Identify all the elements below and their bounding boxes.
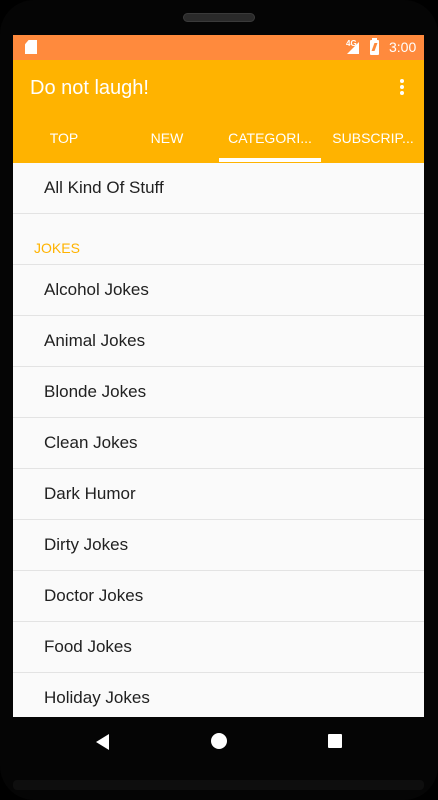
list-item-label: Dark Humor <box>44 484 136 503</box>
tab-new[interactable]: NEW <box>116 116 218 163</box>
category-list: All Kind Of Stuff JOKES Alcohol Jokes An… <box>13 163 424 717</box>
list-item-label: Food Jokes <box>44 637 132 656</box>
list-item-label: Animal Jokes <box>44 331 146 350</box>
list-item-label: Holiday Jokes <box>44 688 150 707</box>
navigation-bar <box>0 717 438 765</box>
back-icon[interactable] <box>96 734 109 750</box>
list-item-label: Alcohol Jokes <box>44 280 149 299</box>
battery-charging-icon <box>370 38 379 55</box>
list-item[interactable]: Doctor Jokes <box>13 571 424 622</box>
app-title: Do not laugh! <box>30 77 149 99</box>
list-item-label: All Kind Of Stuff <box>44 178 164 197</box>
tab-categories[interactable]: CATEGORI... <box>219 116 321 163</box>
list-item-label: Clean Jokes <box>44 433 138 452</box>
list-item[interactable]: Food Jokes <box>13 622 424 673</box>
sd-card-icon <box>25 40 37 54</box>
list-item-all-kind-of-stuff[interactable]: All Kind Of Stuff <box>13 163 424 214</box>
status-time: 3:00 <box>389 39 417 55</box>
list-item[interactable]: Alcohol Jokes <box>13 265 424 316</box>
bottom-speaker <box>13 780 424 790</box>
list-item[interactable]: Dirty Jokes <box>13 520 424 571</box>
screen: 4G 3:00 Do not laugh! TOP NEW CATEGORI..… <box>13 35 424 717</box>
list-item[interactable]: Clean Jokes <box>13 418 424 469</box>
section-header: JOKES <box>13 234 424 265</box>
list-item[interactable]: Animal Jokes <box>13 316 424 367</box>
tab-indicator <box>219 158 321 162</box>
speaker-grille <box>183 13 255 22</box>
home-icon[interactable] <box>211 733 227 749</box>
device-frame: 4G 3:00 Do not laugh! TOP NEW CATEGORI..… <box>0 0 438 800</box>
more-vert-icon[interactable] <box>397 79 407 99</box>
list-item[interactable]: Dark Humor <box>13 469 424 520</box>
list-item-label: Dirty Jokes <box>44 535 129 554</box>
app-bar: Do not laugh! TOP NEW CATEGORI... SUBSCR… <box>13 60 424 163</box>
tab-bar: TOP NEW CATEGORI... SUBSCRIP... <box>13 116 424 163</box>
tab-subscriptions[interactable]: SUBSCRIP... <box>322 116 424 163</box>
status-bar: 4G 3:00 <box>13 35 424 60</box>
list-item[interactable]: Holiday Jokes <box>13 673 424 717</box>
list-item[interactable]: Blonde Jokes <box>13 367 424 418</box>
network-type: 4G <box>346 39 357 48</box>
list-item-label: Blonde Jokes <box>44 382 147 401</box>
section-header-label: JOKES <box>34 240 80 256</box>
list-item-label: Doctor Jokes <box>44 586 144 605</box>
tab-top[interactable]: TOP <box>13 116 115 163</box>
recents-icon[interactable] <box>328 734 342 748</box>
